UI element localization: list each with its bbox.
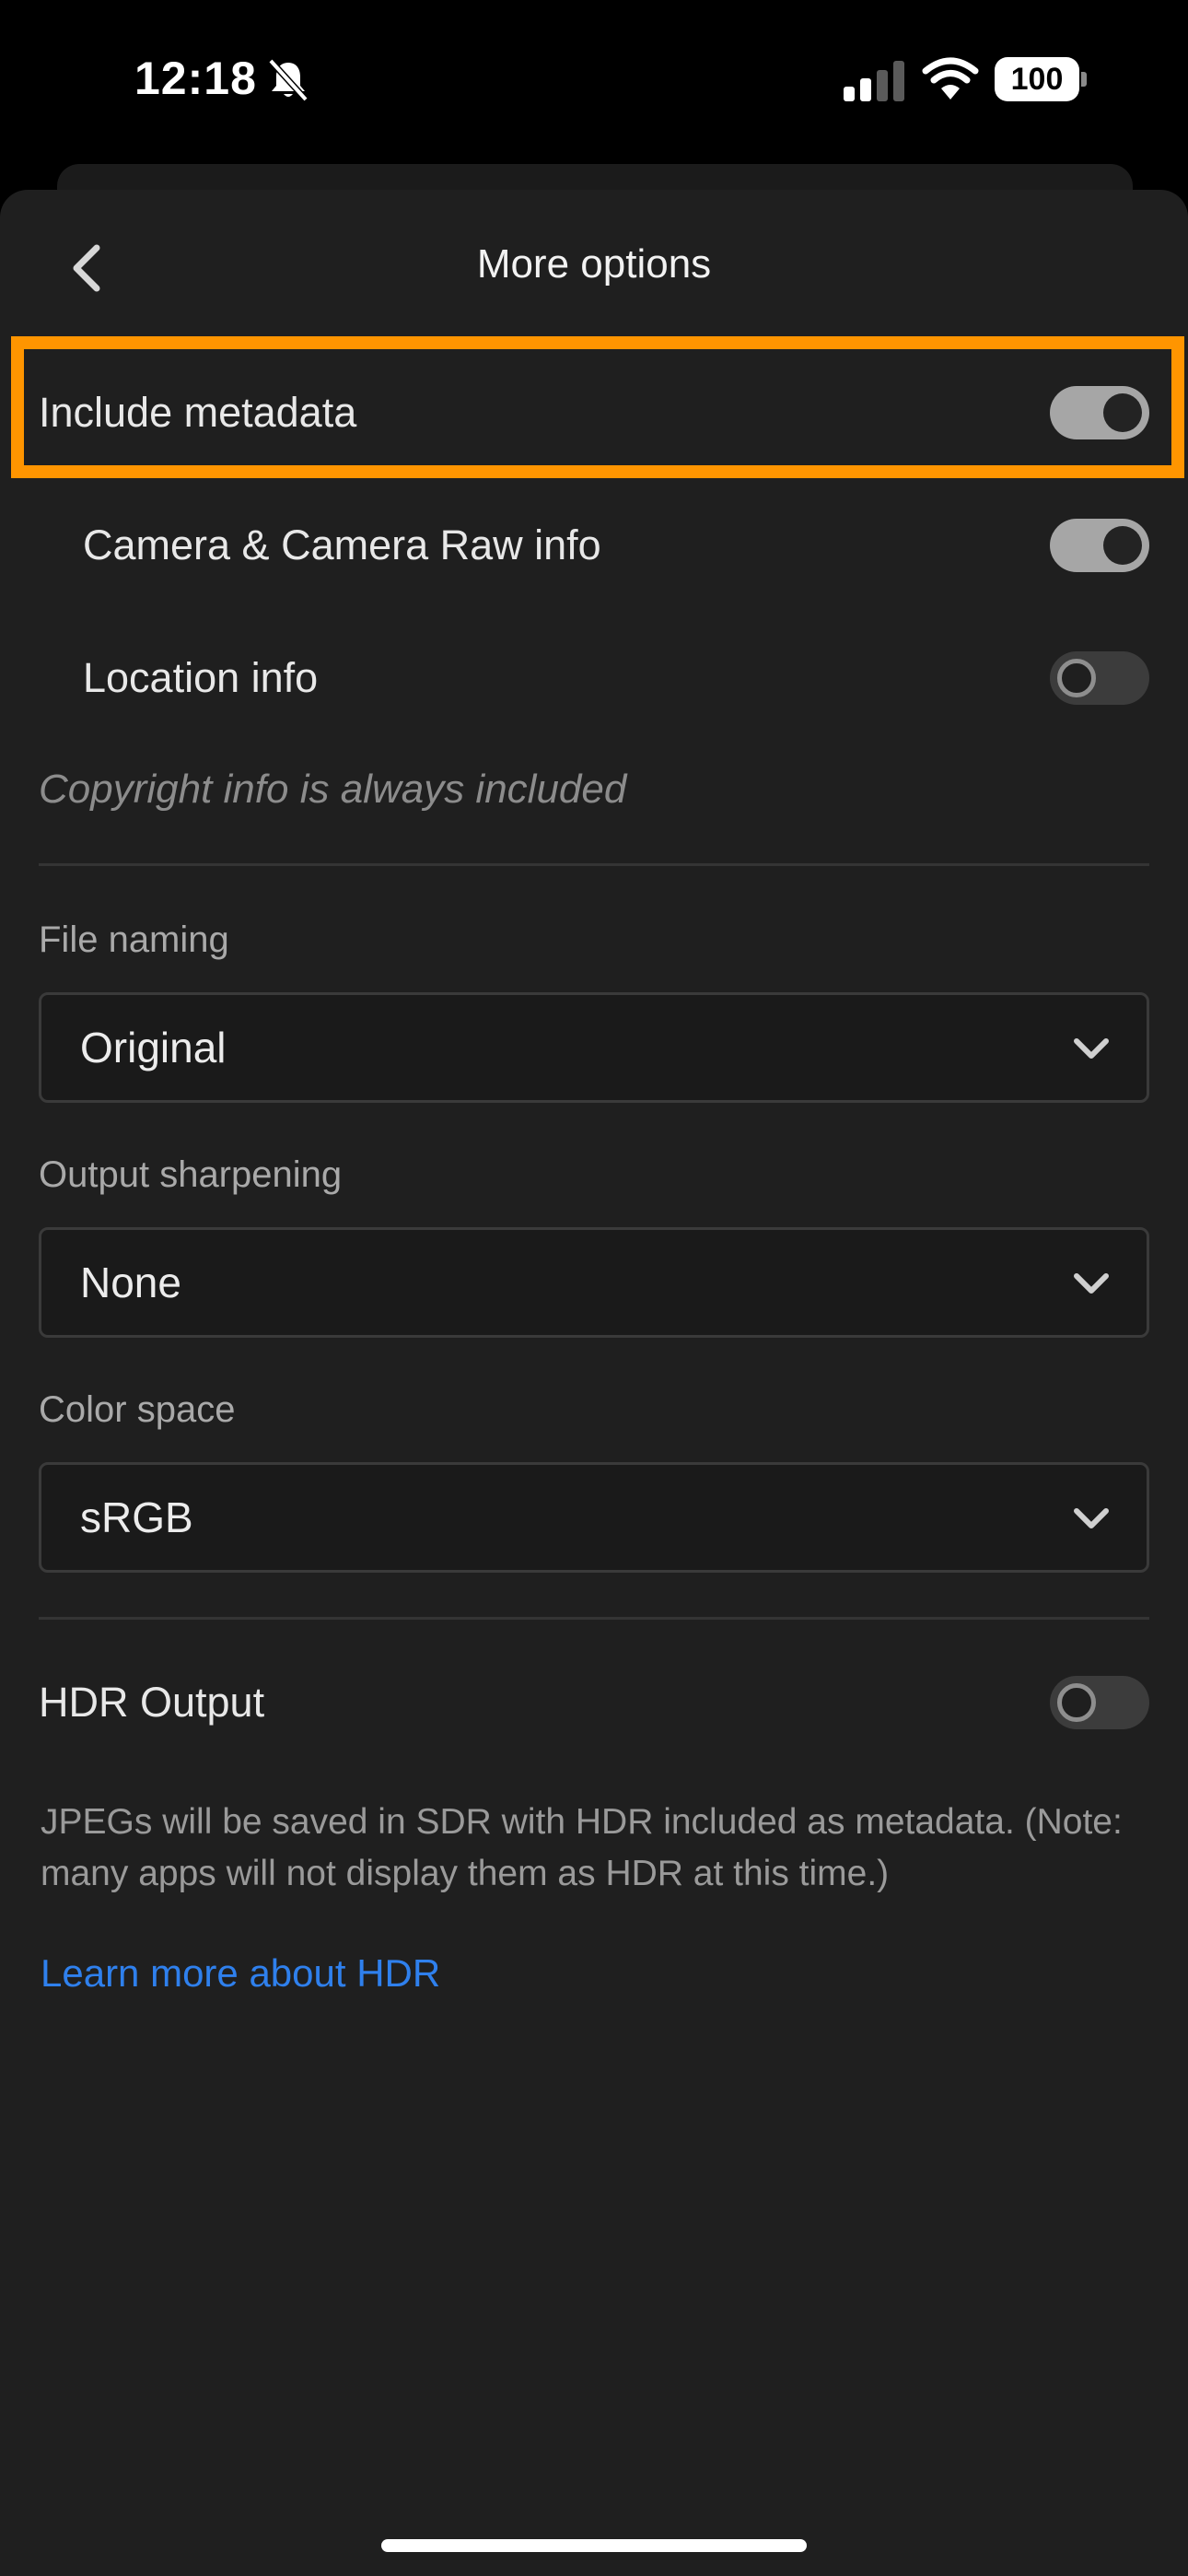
color-space-dropdown[interactable]: sRGB xyxy=(39,1462,1149,1573)
chevron-down-icon xyxy=(1074,1273,1109,1294)
location-info-row: Location info xyxy=(0,614,1188,743)
learn-more-hdr-link[interactable]: Learn more about HDR xyxy=(41,1951,440,1996)
include-metadata-label: Include metadata xyxy=(39,389,357,436)
chevron-down-icon xyxy=(1074,1038,1109,1059)
battery-icon: 100 xyxy=(995,57,1087,101)
battery-level: 100 xyxy=(1010,62,1064,97)
copyright-note: Copyright info is always included xyxy=(39,767,627,812)
camera-info-label: Camera & Camera Raw info xyxy=(83,521,601,568)
divider xyxy=(39,1617,1149,1620)
output-sharpening-label: Output sharpening xyxy=(39,1154,343,1195)
hdr-output-row: HDR Output xyxy=(0,1638,1188,1767)
divider xyxy=(39,863,1149,866)
file-naming-label: File naming xyxy=(39,919,229,960)
wifi-icon xyxy=(922,57,979,100)
color-space-label: Color space xyxy=(39,1389,236,1430)
location-info-label: Location info xyxy=(83,654,319,701)
hdr-description: JPEGs will be saved in SDR with HDR incl… xyxy=(41,1802,1123,1893)
status-time: 12:18 xyxy=(134,53,257,104)
file-naming-value: Original xyxy=(80,1024,227,1071)
hdr-output-label: HDR Output xyxy=(39,1679,265,1726)
location-info-toggle[interactable] xyxy=(1050,651,1149,705)
hdr-output-toggle[interactable] xyxy=(1050,1676,1149,1729)
home-indicator[interactable] xyxy=(381,2539,807,2552)
chevron-down-icon xyxy=(1074,1508,1109,1528)
output-sharpening-value: None xyxy=(80,1259,181,1306)
camera-info-toggle[interactable] xyxy=(1050,519,1149,572)
include-metadata-toggle[interactable] xyxy=(1050,386,1149,439)
output-sharpening-dropdown[interactable]: None xyxy=(39,1227,1149,1338)
file-naming-dropdown[interactable]: Original xyxy=(39,992,1149,1103)
camera-info-row: Camera & Camera Raw info xyxy=(0,481,1188,610)
include-metadata-row: Include metadata xyxy=(0,348,1188,477)
color-space-value: sRGB xyxy=(80,1493,193,1541)
screen: 12:18 100 More options Include metadata xyxy=(0,0,1188,2576)
page-title: More options xyxy=(476,241,712,287)
bell-slash-icon xyxy=(268,58,309,102)
cellular-signal-icon xyxy=(844,61,904,101)
